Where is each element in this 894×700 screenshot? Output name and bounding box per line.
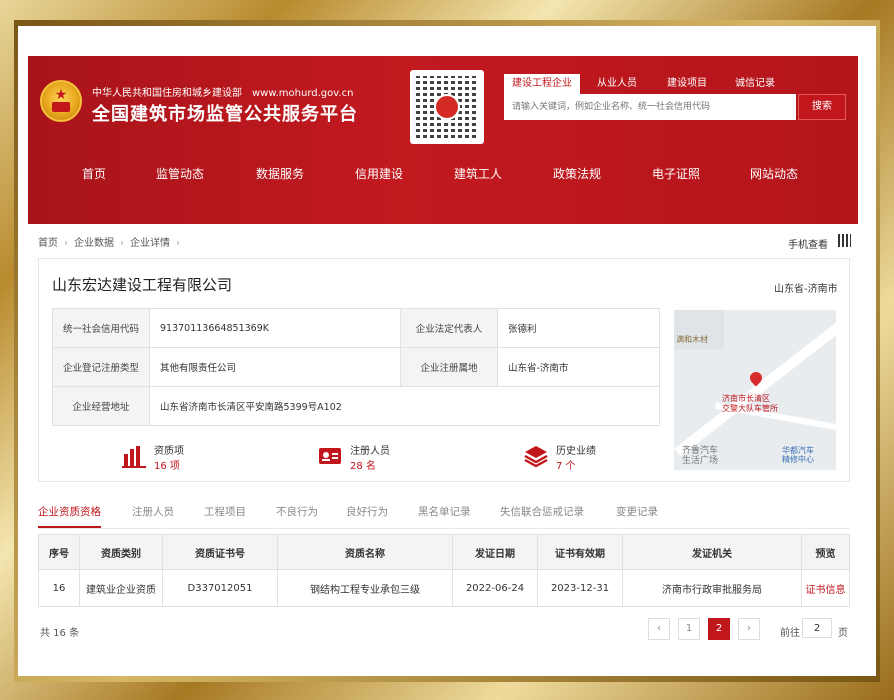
total-count: 共 16 条 (40, 628, 80, 639)
search-tab-personnel[interactable]: 从业人员 (584, 74, 650, 94)
tab-qualifications[interactable]: 企业资质资格 (38, 502, 101, 528)
id-card-icon (319, 448, 341, 464)
main-nav: 首页 监管动态 数据服务 信用建设 建筑工人 政策法规 电子证照 网站动态 (28, 154, 858, 194)
reg-place-label: 企业注册属地 (400, 347, 498, 387)
qr-code-icon (410, 70, 484, 144)
address-value: 山东省济南市长清区平安南路5399号A102 (149, 386, 660, 426)
ministry-label: 中华人民共和国住房和城乡建设部 (92, 88, 242, 99)
cert-info-link[interactable]: 证书信息 (801, 569, 850, 607)
breadcrumb-separator: › (120, 238, 124, 249)
stat-value: 16 项 (154, 461, 180, 472)
goto-page-input[interactable] (802, 618, 832, 638)
col-header: 证书有效期 (537, 534, 623, 570)
col-header: 资质名称 (277, 534, 453, 570)
mobile-view-link[interactable]: 手机查看 (788, 236, 828, 251)
table-header-row: 序号 资质类别 资质证书号 资质名称 发证日期 证书有效期 发证机关 预览 (38, 534, 850, 570)
prev-page-button[interactable]: ‹ (648, 618, 670, 640)
nav-data-service[interactable]: 数据服务 (256, 154, 304, 194)
reg-place-value: 山东省-济南市 (497, 347, 660, 387)
search-box (504, 94, 800, 120)
col-header: 预览 (801, 534, 850, 570)
page-unit-label: 页 (838, 628, 848, 639)
site-header: ★ 中华人民共和国住房和城乡建设部 www.mohurd.gov.cn 全国建筑市… (28, 56, 858, 224)
platform-title: 全国建筑市场监管公共服务平台 (92, 104, 358, 125)
col-header: 发证日期 (452, 534, 538, 570)
cell-category: 建筑业企业资质 (79, 569, 163, 607)
nav-credit[interactable]: 信用建设 (355, 154, 403, 194)
cell-index: 16 (38, 569, 80, 607)
stat-value: 28 名 (350, 461, 376, 472)
mobile-qr-icon[interactable] (838, 234, 851, 247)
cell-issuing-authority: 济南市行政审批服务局 (622, 569, 802, 607)
page-button-2[interactable]: 2 (708, 618, 730, 640)
search-tab-enterprise[interactable]: 建设工程企业 (504, 74, 580, 94)
tab-blacklist[interactable]: 黑名单记录 (418, 502, 471, 526)
ministry-name: 中华人民共和国住房和城乡建设部 www.mohurd.gov.cn (92, 84, 353, 99)
breadcrumb-enterprise-data[interactable]: 企业数据 (74, 238, 114, 249)
search-input[interactable] (504, 94, 800, 120)
national-emblem-icon: ★ (40, 80, 82, 122)
breadcrumb-home[interactable]: 首页 (38, 238, 58, 249)
map-label: 济南市长清区 交警大队车管所 (722, 394, 778, 413)
col-header: 序号 (38, 534, 80, 570)
tab-bad-conduct[interactable]: 不良行为 (276, 502, 318, 526)
layers-icon (524, 446, 548, 468)
stat-label: 历史业绩 (556, 446, 596, 457)
stat-label: 注册人员 (350, 446, 390, 457)
nav-site-news[interactable]: 网站动态 (750, 154, 798, 194)
legal-rep-label: 企业法定代表人 (400, 308, 498, 348)
company-location: 山东省-济南市 (774, 284, 838, 295)
detail-tabs: 企业资质资格 注册人员 工程项目 不良行为 良好行为 黑名单记录 失信联合惩戒记… (38, 502, 850, 529)
search-button[interactable]: 搜索 (798, 94, 846, 120)
breadcrumb-separator: › (176, 238, 180, 249)
col-header: 发证机关 (622, 534, 802, 570)
col-header: 资质类别 (79, 534, 163, 570)
cell-cert-number: D337012051 (162, 569, 278, 607)
credit-code-value: 91370113664851369K (149, 308, 401, 348)
tab-good-conduct[interactable]: 良好行为 (346, 502, 388, 526)
search-tab-credit[interactable]: 诚信记录 (722, 74, 788, 94)
map-label: 齐鲁汽车 生活广场 (682, 446, 719, 466)
search-tab-projects[interactable]: 建设项目 (654, 74, 720, 94)
col-header: 资质证书号 (162, 534, 278, 570)
ministry-url[interactable]: www.mohurd.gov.cn (252, 88, 353, 99)
location-map[interactable]: 满和木材 济南市长清区 交警大队车管所 齐鲁汽车 生活广场 华都汽车 精修中心 (674, 310, 836, 470)
nav-home[interactable]: 首页 (82, 154, 106, 194)
qualification-table: 序号 资质类别 资质证书号 资质名称 发证日期 证书有效期 发证机关 预览 16… (38, 534, 850, 607)
goto-label: 前往 (780, 628, 800, 639)
breadcrumb: 首页 › 企业数据 › 企业详情 › (38, 234, 186, 249)
cell-valid-until: 2023-12-31 (537, 569, 623, 607)
legal-rep-value: 张德利 (497, 308, 660, 348)
tab-change-records[interactable]: 变更记录 (616, 502, 658, 526)
company-info-table: 统一社会信用代码 91370113664851369K 企业法定代表人 张德利 … (52, 308, 660, 426)
tab-joint-punishment[interactable]: 失信联合惩戒记录 (500, 502, 584, 526)
credit-code-label: 统一社会信用代码 (52, 308, 150, 348)
reg-type-label: 企业登记注册类型 (52, 347, 150, 387)
map-label: 华都汽车 精修中心 (782, 446, 814, 464)
company-name: 山东宏达建设工程有限公司 (52, 276, 233, 294)
building-chart-icon (122, 446, 146, 468)
tab-registered-personnel[interactable]: 注册人员 (132, 502, 174, 526)
map-label: 满和木材 (676, 335, 708, 344)
reg-type-value: 其他有限责任公司 (149, 347, 401, 387)
stat-value: 7 个 (556, 461, 576, 472)
cell-issue-date: 2022-06-24 (452, 569, 538, 607)
cell-qualification-name: 钢结构工程专业承包三级 (277, 569, 453, 607)
nav-supervision-news[interactable]: 监管动态 (156, 154, 204, 194)
nav-policies[interactable]: 政策法规 (553, 154, 601, 194)
nav-workers[interactable]: 建筑工人 (454, 154, 502, 194)
page-button-1[interactable]: 1 (678, 618, 700, 640)
nav-e-license[interactable]: 电子证照 (652, 154, 700, 194)
tab-projects[interactable]: 工程项目 (204, 502, 246, 526)
next-page-button[interactable]: › (738, 618, 760, 640)
address-label: 企业经营地址 (52, 386, 150, 426)
breadcrumb-enterprise-detail: 企业详情 (130, 238, 170, 249)
web-page: ★ 中华人民共和国住房和城乡建设部 www.mohurd.gov.cn 全国建筑市… (18, 26, 876, 676)
breadcrumb-separator: › (64, 238, 68, 249)
table-row: 16 建筑业企业资质 D337012051 钢结构工程专业承包三级 2022-0… (38, 569, 850, 607)
stat-label: 资质项 (154, 446, 184, 457)
